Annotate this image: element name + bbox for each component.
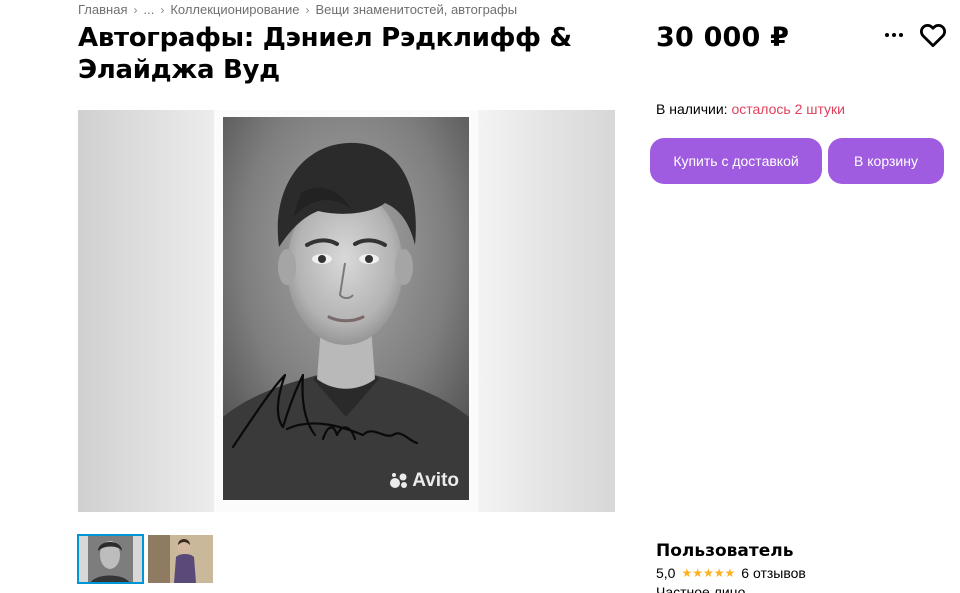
photo-card: Avito — [214, 110, 478, 512]
stock-label: В наличии: — [656, 101, 728, 117]
dot-icon — [892, 33, 896, 37]
thumbnail-2[interactable] — [148, 535, 213, 583]
avito-logo-icon — [390, 473, 408, 488]
breadcrumb-home[interactable]: Главная — [78, 2, 127, 17]
image-gallery[interactable]: Avito — [78, 110, 615, 512]
thumbnail-1[interactable] — [77, 534, 144, 584]
dot-icon — [885, 33, 889, 37]
thumbnail-image — [78, 535, 143, 583]
buy-with-delivery-button[interactable]: Купить с доставкой — [650, 138, 822, 184]
rating-value: 5,0 — [656, 565, 676, 581]
price: 30 000 ₽ — [656, 22, 790, 53]
chevron-right-icon: › — [160, 2, 165, 17]
thumbnail-strip — [77, 534, 213, 584]
stock-remaining: осталось 2 штуки — [731, 101, 845, 117]
stock-status: В наличии: осталось 2 штуки — [656, 101, 845, 117]
seller-type: Частное лицо — [656, 584, 746, 593]
seller-rating: 5,0 ★ ★ ★ ★ ★ 6 отзывов — [656, 565, 806, 581]
portrait-image — [223, 117, 469, 500]
breadcrumb-collecting[interactable]: Коллекционирование — [170, 2, 299, 17]
reviews-link[interactable]: 6 отзывов — [741, 565, 806, 581]
heart-icon — [920, 23, 946, 47]
rating-stars: ★ ★ ★ ★ ★ — [681, 567, 735, 579]
gallery-backdrop — [477, 110, 615, 512]
main-photo[interactable]: Avito — [223, 117, 469, 500]
watermark-text: Avito — [412, 470, 459, 491]
star-icon: ★ — [681, 566, 693, 580]
star-icon: ★ — [724, 566, 736, 580]
star-icon: ★ — [703, 566, 714, 580]
star-icon: ★ — [713, 566, 725, 580]
seller-name[interactable]: Пользователь — [656, 541, 806, 561]
favorite-button[interactable] — [918, 20, 948, 50]
breadcrumb: Главная › ... › Коллекционирование › Вещ… — [78, 2, 517, 17]
chevron-right-icon: › — [133, 2, 138, 17]
page-title: Автографы: Дэниел Рэдклифф & Элайджа Вуд — [78, 23, 572, 85]
thumbnail-image — [148, 535, 213, 583]
breadcrumb-celebrity-items[interactable]: Вещи знаменитостей, автографы — [315, 2, 517, 17]
add-to-cart-button[interactable]: В корзину — [828, 138, 944, 184]
more-options-button[interactable] — [880, 22, 908, 48]
dot-icon — [899, 33, 903, 37]
watermark: Avito — [389, 470, 459, 492]
seller-card: Пользователь 5,0 ★ ★ ★ ★ ★ 6 отзывов Час… — [656, 541, 806, 593]
chevron-right-icon: › — [305, 2, 310, 17]
breadcrumb-ellipsis[interactable]: ... — [143, 2, 154, 17]
star-icon: ★ — [692, 566, 703, 580]
